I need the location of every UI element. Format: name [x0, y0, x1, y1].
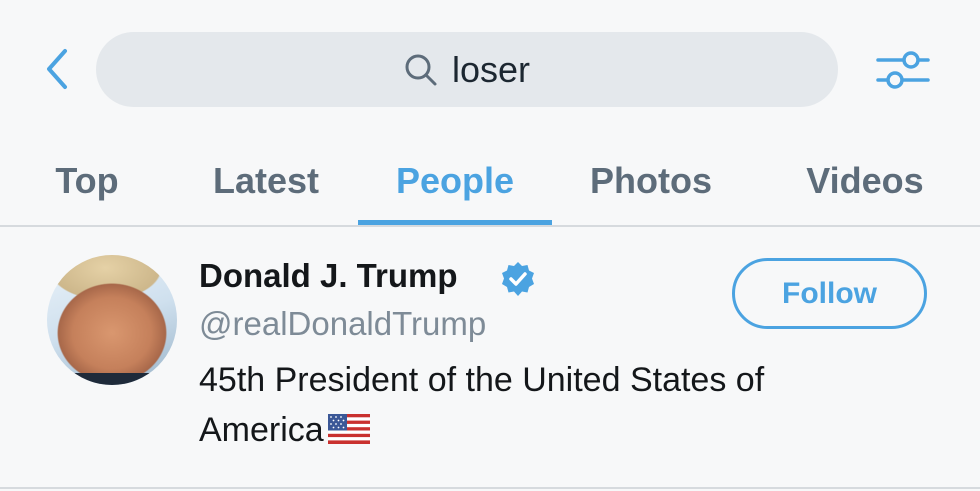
follow-button[interactable]: Follow — [732, 258, 927, 329]
user-result-card[interactable]: Donald J. Trump @realDonaldTrump 45th Pr… — [0, 227, 980, 489]
sliders-icon — [876, 51, 930, 89]
tab-top[interactable]: Top — [30, 137, 144, 225]
user-bio: 45th President of the United States of A… — [199, 355, 879, 455]
search-query[interactable]: loser — [452, 49, 530, 91]
back-button[interactable] — [38, 46, 74, 92]
search-bar[interactable]: loser — [96, 32, 838, 107]
verified-badge-icon — [502, 262, 534, 296]
tab-latest[interactable]: Latest — [190, 137, 342, 225]
bio-text: 45th President of the United States of A… — [199, 361, 765, 449]
display-name[interactable]: Donald J. Trump — [199, 257, 458, 295]
chevron-left-icon — [47, 49, 67, 89]
search-filter-button[interactable] — [872, 44, 934, 96]
tab-people[interactable]: People — [358, 137, 552, 225]
tab-photos[interactable]: Photos — [572, 137, 730, 225]
avatar[interactable] — [47, 255, 177, 385]
us-flag-icon — [327, 414, 370, 445]
user-handle: @realDonaldTrump — [199, 305, 487, 342]
tab-videos[interactable]: Videos — [790, 137, 940, 225]
card-divider — [0, 487, 980, 489]
search-icon — [404, 53, 438, 87]
search-tabs: Top Latest People Photos Videos — [0, 137, 980, 225]
